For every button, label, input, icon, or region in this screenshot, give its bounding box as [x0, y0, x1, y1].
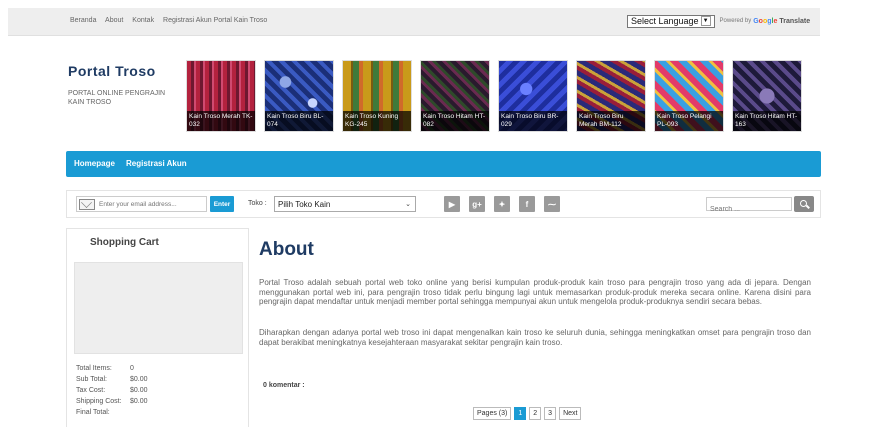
facebook-icon[interactable]: f [519, 196, 535, 212]
translate-label[interactable]: Translate [779, 18, 810, 25]
cart-row-value: 0 [130, 365, 134, 372]
product-caption: Kain Troso Hitam HT-163 [733, 111, 801, 131]
cart-row: Final Total: [76, 407, 148, 418]
cart-title: Shopping Cart [90, 237, 159, 248]
cart-row-value: $0.00 [130, 376, 148, 383]
cart-row: Tax Cost: $0.00 [76, 385, 148, 396]
pagination: Pages (3) 1 2 3 Next [473, 407, 582, 420]
page-title: About [259, 239, 314, 260]
mail-icon [79, 198, 95, 210]
google-plus-icon[interactable]: g+ [469, 196, 485, 212]
toolbar: Enter Toko : Pilih Toko Kain ⌄ ▶ g+ ✦ f … [66, 190, 821, 218]
product-caption: Kain Troso Biru BR-029 [499, 111, 567, 131]
page-1-button[interactable]: 1 [514, 407, 527, 420]
page-3-button[interactable]: 3 [544, 407, 557, 420]
product-thumb[interactable]: Kain Troso Kuning KG-245 [342, 60, 412, 132]
product-caption: Kain Troso Pelangi PL-093 [655, 111, 723, 131]
search-input[interactable] [707, 203, 787, 216]
product-caption: Kain Troso Kuning KG-245 [343, 111, 411, 131]
cart-row: Total Items: 0 [76, 363, 148, 374]
product-thumb[interactable]: Kain Troso Hitam HT-082 [420, 60, 490, 132]
main-nav: Homepage Registrasi Akun [66, 151, 821, 177]
email-subscribe [76, 196, 207, 212]
cart-row-label: Final Total: [76, 409, 110, 416]
comments-link[interactable]: 0 komentar : [263, 382, 305, 389]
article-paragraph: Portal Troso adalah sebuah portal web to… [259, 278, 811, 306]
page-2-button[interactable]: 2 [529, 407, 542, 420]
product-caption: Kain Troso Biru BL-074 [265, 111, 333, 131]
product-thumb[interactable]: Kain Troso Hitam HT-163 [732, 60, 802, 132]
product-caption: Kain Troso Merah TK-032 [187, 111, 255, 131]
shopping-cart: Shopping Cart Total Items: 0 Sub Total: $0… [66, 228, 249, 427]
twitter-icon[interactable]: ✦ [494, 196, 510, 212]
product-strip: Kain Troso Merah TK-032 Kain Troso Biru … [186, 60, 802, 132]
search-icon [799, 199, 807, 207]
topnav-registrasi[interactable]: Registrasi Akun Portal Kain Troso [163, 17, 267, 24]
cart-items-box [74, 262, 243, 354]
cart-row-value: $0.00 [130, 398, 148, 405]
google-logo: Google [753, 17, 778, 25]
enter-button[interactable]: Enter [210, 196, 234, 212]
product-thumb[interactable]: Kain Troso Biru Merah BM-112 [576, 60, 646, 132]
site-title[interactable]: Portal Troso [68, 63, 156, 79]
cart-row: Sub Total: $0.00 [76, 374, 148, 385]
top-bar: Beranda About Kontak Registrasi Akun Por… [8, 8, 820, 36]
next-button[interactable]: Next [559, 407, 582, 420]
cart-row-label: Tax Cost: [76, 387, 106, 394]
toko-select[interactable]: Pilih Toko Kain ⌄ [274, 196, 416, 212]
product-caption: Kain Troso Hitam HT-082 [421, 111, 489, 131]
cart-row: Shipping Cost: $0.00 [76, 396, 148, 407]
pages-count: Pages (3) [473, 407, 512, 420]
chevron-down-icon: ▼ [700, 16, 711, 26]
topnav-kontak[interactable]: Kontak [132, 17, 154, 24]
cart-summary: Total Items: 0 Sub Total: $0.00 Tax Cost: $… [76, 363, 148, 418]
nav-homepage[interactable]: Homepage [74, 159, 115, 168]
product-thumb[interactable]: Kain Troso Biru BR-029 [498, 60, 568, 132]
product-thumb[interactable]: Kain Troso Biru BL-074 [264, 60, 334, 132]
language-select-value: Select Language [631, 15, 699, 26]
site-subtitle: PORTAL ONLINE PENGRAJIN KAIN TROSO [68, 90, 166, 106]
search-box [706, 197, 792, 216]
google-translate: Select Language ▼ Powered by Google Tran… [627, 14, 810, 28]
product-thumb[interactable]: Kain Troso Pelangi PL-093 [654, 60, 724, 132]
cart-row-label: Total Items: [76, 365, 112, 372]
topnav-about[interactable]: About [105, 17, 123, 24]
topnav-beranda[interactable]: Beranda [70, 17, 96, 24]
rss-icon[interactable]: ⁓ [544, 196, 560, 212]
article-paragraph: Diharapkan dengan adanya portal web tros… [259, 328, 811, 347]
search-button[interactable] [794, 196, 814, 212]
cart-row-label: Shipping Cost: [76, 398, 122, 405]
email-input[interactable] [99, 200, 203, 208]
language-select[interactable]: Select Language ▼ [627, 14, 715, 28]
chevron-down-icon: ⌄ [405, 201, 411, 208]
toko-select-value: Pilih Toko Kain [278, 199, 331, 209]
product-caption: Kain Troso Biru Merah BM-112 [577, 111, 645, 131]
social-icons: ▶ g+ ✦ f ⁓ [444, 196, 560, 212]
youtube-icon[interactable]: ▶ [444, 196, 460, 212]
cart-row-label: Sub Total: [76, 376, 108, 383]
toko-label: Toko : [248, 200, 267, 207]
powered-by-label: Powered by [719, 18, 752, 24]
cart-row-value: $0.00 [130, 387, 148, 394]
top-nav: Beranda About Kontak Registrasi Akun Por… [70, 17, 274, 24]
product-thumb[interactable]: Kain Troso Merah TK-032 [186, 60, 256, 132]
nav-registrasi-akun[interactable]: Registrasi Akun [126, 159, 187, 168]
